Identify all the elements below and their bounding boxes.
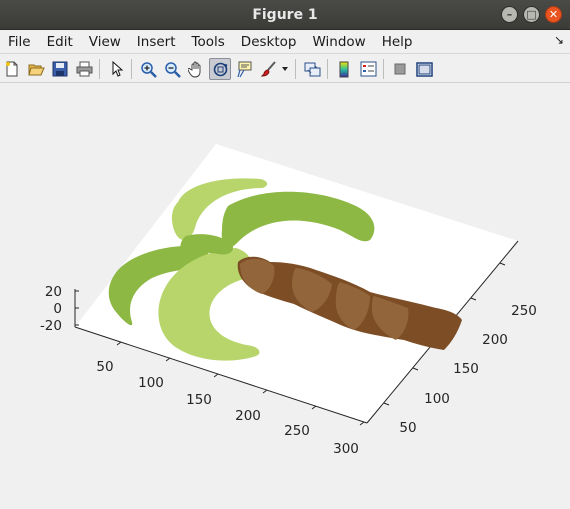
x-tick-label: 150 <box>186 392 212 408</box>
maximize-button[interactable]: □ <box>523 6 540 23</box>
menu-file[interactable]: File <box>0 34 39 50</box>
menu-dock-arrow-icon[interactable]: ↘ <box>554 33 564 47</box>
minimize-button[interactable]: – <box>501 6 518 23</box>
data-cursor-icon[interactable] <box>233 58 255 80</box>
menu-help[interactable]: Help <box>374 34 421 50</box>
show-plot-tools-icon[interactable] <box>413 58 435 80</box>
menu-view[interactable]: View <box>81 34 129 50</box>
y-tick-label: 250 <box>511 303 537 319</box>
x-tick-label: 200 <box>235 408 261 424</box>
menu-insert[interactable]: Insert <box>129 34 184 50</box>
toolbar-separator <box>327 59 328 79</box>
link-plot-icon[interactable] <box>301 58 323 80</box>
menu-bar: File Edit View Insert Tools Desktop Wind… <box>0 30 570 53</box>
open-file-icon[interactable] <box>25 58 47 80</box>
menu-desktop[interactable]: Desktop <box>233 34 305 50</box>
toolbar-separator <box>131 59 132 79</box>
z-tick-label: -20 <box>40 318 62 334</box>
brush-icon[interactable] <box>257 58 279 80</box>
x-tick-label: 50 <box>96 359 113 375</box>
figure-toolbar <box>0 53 570 83</box>
toolbar-separator <box>295 59 296 79</box>
new-figure-icon[interactable] <box>1 58 23 80</box>
y-tick-label: 200 <box>482 332 508 348</box>
close-button[interactable]: ✕ <box>545 6 562 23</box>
y-tick-label: 150 <box>453 361 479 377</box>
toolbar-separator <box>99 59 100 79</box>
toolbar-separator <box>383 59 384 79</box>
window-controls: – □ ✕ <box>501 6 562 23</box>
y-tick-label: 100 <box>424 391 450 407</box>
axes-3d[interactable]: 20 0 -20 50 100 150 200 250 300 50 100 1… <box>0 84 570 505</box>
zoom-out-icon[interactable] <box>161 58 183 80</box>
plot-area: 20 0 -20 50 100 150 200 250 300 50 100 1… <box>0 84 570 505</box>
menu-tools[interactable]: Tools <box>184 34 233 50</box>
z-tick-label: 0 <box>53 301 62 317</box>
legend-icon[interactable] <box>357 58 379 80</box>
zoom-in-icon[interactable] <box>137 58 159 80</box>
hide-plot-tools-icon[interactable] <box>389 58 411 80</box>
menu-window[interactable]: Window <box>304 34 373 50</box>
brush-dropdown-icon[interactable] <box>279 58 291 80</box>
pan-hand-icon[interactable] <box>185 58 207 80</box>
x-tick-label: 250 <box>284 423 310 439</box>
y-tick-label: 50 <box>399 420 416 436</box>
x-tick-label: 300 <box>333 441 359 457</box>
z-tick-label: 20 <box>45 284 62 300</box>
colorbar-icon[interactable] <box>333 58 355 80</box>
window-titlebar: Figure 1 – □ ✕ <box>0 0 570 30</box>
select-arrow-icon[interactable] <box>106 58 128 80</box>
window-title: Figure 1 <box>252 6 318 23</box>
menu-edit[interactable]: Edit <box>39 34 81 50</box>
x-tick-label: 100 <box>138 375 164 391</box>
rotate-3d-icon[interactable] <box>209 58 231 80</box>
print-icon[interactable] <box>73 58 95 80</box>
save-icon[interactable] <box>49 58 71 80</box>
